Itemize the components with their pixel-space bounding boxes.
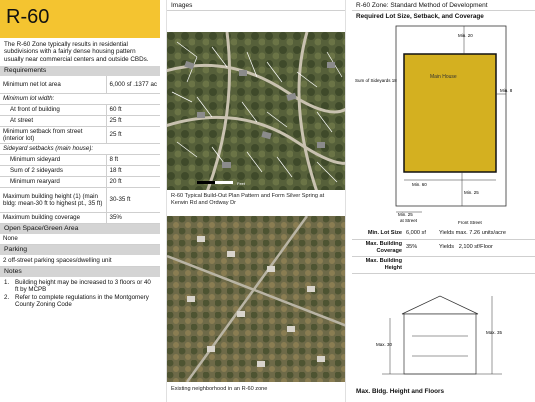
note-number: 1. — [4, 278, 10, 286]
table-row: Minimum setback from street (interior lo… — [0, 126, 160, 144]
table-row: Max. Building Height — [352, 256, 535, 274]
min-rear-label: Min. 20 — [458, 33, 473, 38]
main-house-label: Main House — [430, 74, 457, 80]
height-subtitle: Max. Bldg. Height and Floors — [356, 387, 445, 395]
row-label: Maximum building coverage — [0, 212, 106, 224]
parking-header: Parking — [0, 245, 160, 256]
row-label: Minimum rearyard — [0, 176, 106, 188]
row-value: 35% — [105, 212, 160, 224]
open-space-value: None — [0, 233, 160, 246]
table-row: Maximum building coverage 35% — [0, 212, 160, 224]
zoning-sheet: R-60 The R-60 Zone typically results in … — [0, 0, 535, 402]
row-label: Minimum setback from street (interior lo… — [0, 126, 106, 144]
lot-diagram: Main House Min. 20 Min. 8 Sum of Sideyar… — [355, 25, 513, 225]
requirements-column: R-60 The R-60 Zone typically results in … — [0, 0, 160, 402]
note-text: Refer to complete regulations in the Mon… — [15, 293, 149, 308]
open-space-header: Open Space/Green Area — [0, 223, 160, 234]
at-street-label: at Street — [400, 218, 418, 223]
scale-label: Feet — [237, 181, 246, 186]
note-number: 2. — [4, 293, 10, 301]
max-30-label: Max. 30 — [376, 342, 393, 347]
row-label: Minimum sideyard — [0, 154, 106, 166]
list-item: 1. Building height may be increased to 3 … — [4, 279, 156, 293]
max-35-label: Max. 35 — [486, 330, 503, 335]
development-table: Min. Lot Size 6,000 sf Yields max. 7.26 un… — [352, 229, 535, 274]
row-label: At street — [0, 115, 106, 127]
row-value: 60 ft — [105, 104, 160, 116]
row-label: Maximum building height (1) (main bldg: … — [0, 187, 106, 213]
row-label: Sum of 2 sideyards — [0, 165, 106, 177]
parking-table: 2 off-street parking spaces/dwelling uni… — [0, 255, 160, 267]
row-value: 8 ft — [105, 154, 160, 166]
min-side-label: Min. 8 — [500, 88, 513, 93]
table-row: Minimum lot width: — [0, 93, 160, 105]
parking-value: 2 off-street parking spaces/dwelling uni… — [0, 255, 160, 267]
lot-size-subtitle: Required Lot Size, Setback, and Coverage — [356, 13, 484, 20]
requirements-header: Requirements — [0, 66, 160, 77]
development-column: R-60 Zone: Standard Method of Developmen… — [352, 0, 535, 402]
row-label: Sideyard setbacks (main house): — [0, 143, 160, 155]
table-row: Minimum sideyard 8 ft — [0, 154, 160, 166]
table-row: At front of building 60 ft — [0, 104, 160, 116]
table-row: Sideyard setbacks (main house): — [0, 143, 160, 155]
zone-intro: The R-60 Zone typically results in resid… — [4, 41, 149, 63]
row-label: At front of building — [0, 104, 106, 116]
height-diagram: Max. 30 Max. 35 — [376, 295, 503, 374]
min-street-label: Min. 25 — [398, 212, 413, 217]
table-row: Min. Lot Size 6,000 sf Yields max. 7.26 un… — [352, 229, 535, 240]
table-row: Minimum net lot area 6,000 sf .1377 ac — [0, 76, 160, 94]
neighborhood-caption: Existing neighborhood in an R-60 zone — [171, 386, 268, 392]
row-value: 20 ft — [105, 176, 160, 188]
row-value: 25 ft — [105, 126, 160, 144]
zone-title: R-60 — [0, 0, 160, 38]
note-text: Building height may be increased to 3 fl… — [15, 278, 151, 293]
list-item: 2. Refer to complete regulations in the M… — [4, 294, 156, 308]
row-value: 6,000 sf .1377 ac — [105, 76, 160, 94]
front-street-label: Front Street — [458, 220, 483, 225]
images-column: Images Feet R-60 Typical Build-Out Plan … — [166, 0, 346, 402]
open-space-table: None — [0, 233, 160, 246]
images-header: Images — [167, 0, 345, 11]
row-value: 30-35 ft — [105, 187, 160, 213]
aerial-plan-image: Feet — [167, 32, 345, 190]
notes-list: 1. Building height may be increased to 3 … — [0, 277, 160, 311]
min-front-label: Min. 60 — [412, 182, 427, 187]
main-house — [403, 53, 497, 173]
neighborhood-photo — [167, 216, 345, 382]
row-label: Minimum net lot area — [0, 76, 106, 94]
table-row: Max. Building Coverage 35% Yields 2,100 sf… — [352, 239, 535, 257]
sum-sideyards-label: Sum of Sideyards 18 — [355, 78, 397, 83]
table-row: Minimum rearyard 20 ft — [0, 176, 160, 188]
requirements-table: Minimum net lot area 6,000 sf .1377 ac Mi… — [0, 76, 160, 224]
notes-header: Notes — [0, 266, 160, 277]
table-row: Maximum building height (1) (main bldg: … — [0, 187, 160, 213]
development-header: R-60 Zone: Standard Method of Developmen… — [352, 0, 535, 11]
table-row: At street 25 ft — [0, 115, 160, 127]
table-row: Sum of 2 sideyards 18 ft — [0, 165, 160, 177]
min-setback-label: Min. 25 — [464, 190, 479, 195]
row-value: 25 ft — [105, 115, 160, 127]
row-value: 18 ft — [105, 165, 160, 177]
row-label: Minimum lot width: — [0, 93, 160, 105]
plan-caption: R-60 Typical Build-Out Plan Pattern and … — [171, 193, 325, 206]
